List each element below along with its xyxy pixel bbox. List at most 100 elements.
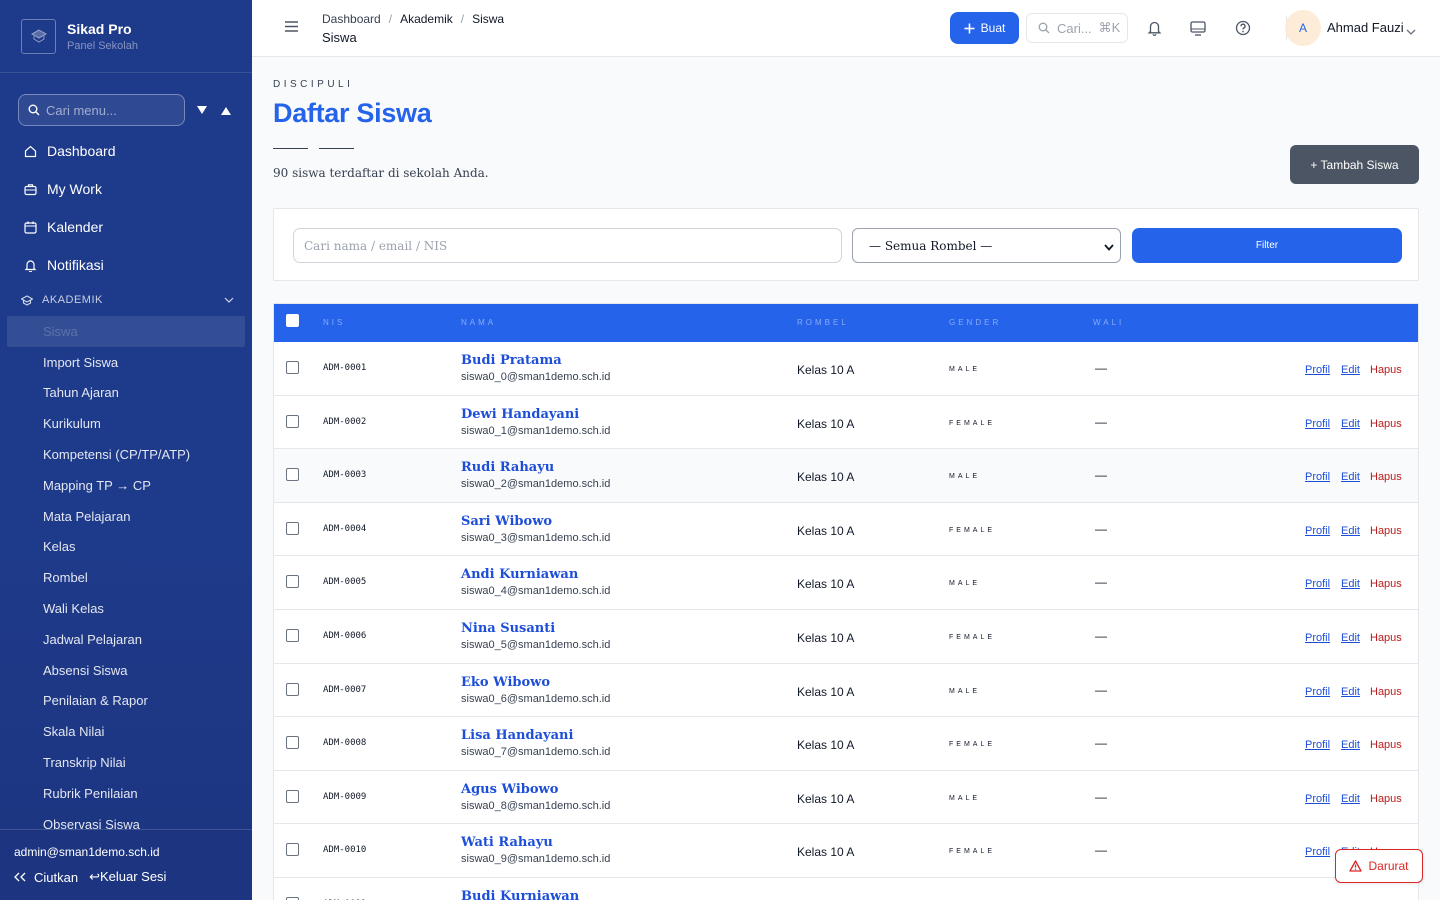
menu-search[interactable] — [18, 94, 185, 126]
sidebar-item-notifikasi[interactable]: Notifikasi — [0, 246, 252, 284]
edit-link[interactable]: Edit — [1341, 525, 1360, 537]
sidebar-sub-item[interactable]: Kurikulum — [0, 408, 252, 439]
row-checkbox[interactable] — [286, 628, 299, 642]
sidebar-sub-item[interactable]: Kompetensi (CP/TP/ATP) — [0, 439, 252, 470]
table-row[interactable]: ADM-0009 Agus Wibowo siswa0_8@sman1demo.sc… — [274, 770, 1418, 825]
create-button[interactable]: Buat — [950, 12, 1019, 44]
student-name-link[interactable]: Wati Rahayu — [461, 835, 553, 850]
delete-link[interactable]: Hapus — [1370, 686, 1402, 698]
column-nama[interactable]: NAMA — [461, 318, 496, 327]
edit-link[interactable]: Edit — [1341, 471, 1360, 483]
notification-bell-icon[interactable] — [1145, 19, 1163, 37]
collapse-all-icon[interactable] — [219, 103, 233, 117]
delete-link[interactable]: Hapus — [1370, 739, 1402, 751]
sidebar-sub-item[interactable]: Absensi Siswa — [0, 655, 252, 686]
student-name-link[interactable]: Budi Kurniawan — [461, 889, 579, 900]
table-row[interactable]: ADM-0002 Dewi Handayani siswa0_1@sman1demo… — [274, 395, 1418, 450]
collapse-sidebar-button[interactable]: Ciutkan — [14, 870, 78, 885]
menu-search-input[interactable] — [46, 102, 176, 118]
menu-icon[interactable] — [284, 20, 299, 38]
rombel-select[interactable]: — Semua Rombel — — [852, 228, 1121, 263]
sidebar-item-kalender[interactable]: Kalender — [0, 208, 252, 246]
table-row[interactable]: ADM-0010 Wati Rahayu siswa0_9@sman1demo.sc… — [274, 824, 1418, 878]
student-name-link[interactable]: Dewi Handayani — [461, 407, 579, 422]
row-checkbox[interactable] — [286, 682, 299, 696]
delete-link[interactable]: Hapus — [1370, 471, 1402, 483]
table-row[interactable]: ADM-0007 Eko Wibowo siswa0_6@sman1demo.sch… — [274, 663, 1418, 718]
row-checkbox[interactable] — [286, 736, 299, 750]
user-name[interactable]: Ahmad Fauzi — [1327, 20, 1404, 35]
row-checkbox[interactable] — [286, 521, 299, 535]
sidebar-sub-item[interactable]: Rombel — [0, 562, 252, 593]
logout-button[interactable]: ↩Keluar Sesi — [89, 869, 166, 885]
student-name-link[interactable]: Rudi Rahayu — [461, 460, 554, 475]
profile-link[interactable]: Profil — [1305, 578, 1330, 590]
student-name-link[interactable]: Eko Wibowo — [461, 675, 550, 690]
profile-link[interactable]: Profil — [1305, 739, 1330, 751]
sidebar-sub-item[interactable]: Mata Pelajaran — [0, 501, 252, 532]
row-checkbox[interactable] — [286, 843, 299, 857]
sidebar-sub-item[interactable]: Tahun Ajaran — [0, 378, 252, 409]
profile-link[interactable]: Profil — [1305, 846, 1330, 858]
sidebar-item-dashboard[interactable]: Dashboard — [0, 132, 252, 170]
student-name-link[interactable]: Budi Pratama — [461, 353, 562, 368]
delete-link[interactable]: Hapus — [1370, 632, 1402, 644]
table-row[interactable]: ADM-0005 Andi Kurniawan siswa0_4@sman1demo… — [274, 556, 1418, 610]
table-row[interactable]: ADM-0008 Lisa Handayani siswa0_7@sman1demo… — [274, 717, 1418, 771]
row-checkbox[interactable] — [286, 789, 299, 803]
global-search[interactable]: Cari... ⌘K — [1026, 13, 1128, 43]
student-search-input[interactable]: Cari nama / email / NIS — [293, 228, 842, 263]
sidebar-sub-item[interactable]: Siswa — [7, 316, 245, 347]
monitor-icon[interactable] — [1189, 19, 1207, 37]
sidebar-sub-item[interactable]: Transkrip Nilai — [0, 747, 252, 778]
student-name-link[interactable]: Sari Wibowo — [461, 514, 552, 529]
add-student-button[interactable]: + Tambah Siswa — [1290, 145, 1419, 184]
student-name-link[interactable]: Andi Kurniawan — [461, 567, 578, 582]
edit-link[interactable]: Edit — [1341, 686, 1360, 698]
sidebar-sub-item[interactable]: Kelas — [0, 532, 252, 563]
delete-link[interactable]: Hapus — [1370, 793, 1402, 805]
profile-link[interactable]: Profil — [1305, 793, 1330, 805]
row-checkbox[interactable] — [286, 468, 299, 482]
table-row[interactable]: ADM-0004 Sari Wibowo siswa0_3@sman1demo.sc… — [274, 502, 1418, 557]
student-name-link[interactable]: Nina Susanti — [461, 621, 555, 636]
column-gender[interactable]: GENDER — [949, 318, 1001, 327]
profile-link[interactable]: Profil — [1305, 471, 1330, 483]
sidebar-sub-item[interactable]: Jadwal Pelajaran — [0, 624, 252, 655]
filter-button[interactable]: Filter — [1132, 228, 1402, 263]
sidebar-sub-item[interactable]: Rubrik Penilaian — [0, 778, 252, 809]
delete-link[interactable]: Hapus — [1370, 525, 1402, 537]
table-row[interactable]: ADM-0011Budi Kurniawan — [274, 877, 1418, 900]
profile-link[interactable]: Profil — [1305, 632, 1330, 644]
edit-link[interactable]: Edit — [1341, 632, 1360, 644]
row-checkbox[interactable] — [286, 414, 299, 428]
edit-link[interactable]: Edit — [1341, 578, 1360, 590]
row-checkbox[interactable] — [286, 575, 299, 589]
expand-all-icon[interactable] — [195, 103, 209, 117]
edit-link[interactable]: Edit — [1341, 418, 1360, 430]
profile-link[interactable]: Profil — [1305, 418, 1330, 430]
student-name-link[interactable]: Agus Wibowo — [461, 782, 558, 797]
breadcrumb-akademik[interactable]: Akademik — [400, 12, 453, 26]
sidebar-sub-item[interactable]: Import Siswa — [0, 347, 252, 378]
column-nis[interactable]: NIS — [323, 318, 345, 327]
edit-link[interactable]: Edit — [1341, 739, 1360, 751]
profile-link[interactable]: Profil — [1305, 525, 1330, 537]
breadcrumb-dashboard[interactable]: Dashboard — [322, 12, 381, 26]
sidebar-sub-item[interactable]: Wali Kelas — [0, 593, 252, 624]
emergency-button[interactable]: Darurat — [1335, 849, 1423, 883]
avatar[interactable]: A — [1285, 10, 1321, 46]
delete-link[interactable]: Hapus — [1370, 364, 1402, 376]
help-icon[interactable] — [1234, 19, 1252, 37]
column-rombel[interactable]: ROMBEL — [797, 318, 849, 327]
profile-link[interactable]: Profil — [1305, 364, 1330, 376]
sidebar-sub-item[interactable]: Penilaian & Rapor — [0, 686, 252, 717]
table-row[interactable]: ADM-0003 Rudi Rahayu siswa0_2@sman1demo.sc… — [274, 449, 1418, 503]
sidebar-sub-item[interactable]: Skala Nilai — [0, 716, 252, 747]
edit-link[interactable]: Edit — [1341, 364, 1360, 376]
edit-link[interactable]: Edit — [1341, 793, 1360, 805]
student-name-link[interactable]: Lisa Handayani — [461, 728, 573, 743]
profile-link[interactable]: Profil — [1305, 686, 1330, 698]
delete-link[interactable]: Hapus — [1370, 418, 1402, 430]
table-row[interactable]: ADM-0006 Nina Susanti siswa0_5@sman1demo.s… — [274, 609, 1418, 664]
